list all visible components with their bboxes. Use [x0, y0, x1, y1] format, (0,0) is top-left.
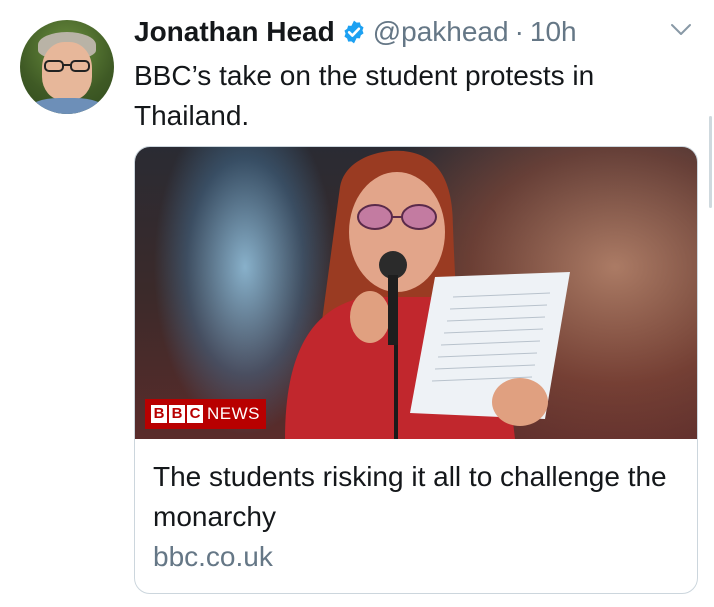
separator-dot: · — [514, 16, 524, 47]
bbc-news-label: NEWS — [207, 404, 260, 423]
author-name[interactable]: Jonathan Head — [134, 12, 335, 52]
avatar-shirt — [28, 98, 106, 114]
bbc-logo-c: C — [187, 405, 203, 423]
tweet-timestamp[interactable]: 10h — [530, 12, 577, 52]
tweet-header: Jonathan Head @pakhead · 10h — [134, 12, 577, 52]
avatar-glasses — [44, 60, 90, 72]
tweet-text: BBC’s take on the student protests in Th… — [134, 60, 595, 131]
verified-badge-icon — [344, 20, 364, 44]
bbc-logo-b2: B — [169, 405, 185, 423]
bbc-news-badge: B B C NEWS — [145, 399, 266, 429]
photo-illustration — [285, 150, 570, 439]
chevron-down-icon[interactable] — [670, 22, 692, 38]
news-photo[interactable]: B B C NEWS — [135, 147, 697, 439]
avatar[interactable] — [20, 20, 114, 114]
link-card[interactable]: B B C NEWS The students risking it all t… — [134, 146, 698, 594]
card-domain[interactable]: bbc.co.uk — [153, 539, 273, 575]
card-title[interactable]: The students risking it all to challenge… — [153, 457, 683, 537]
scrollbar[interactable] — [709, 116, 712, 208]
author-handle[interactable]: @pakhead — [373, 12, 509, 52]
bbc-logo-b1: B — [151, 405, 167, 423]
